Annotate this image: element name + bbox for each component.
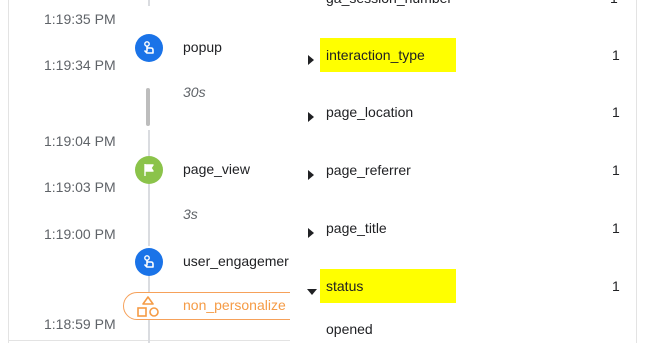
param-name[interactable]: interaction_type	[326, 47, 425, 63]
panel-border-right	[636, 0, 637, 343]
expand-caret-icon[interactable]	[308, 55, 314, 65]
param-count: 1	[612, 162, 620, 178]
param-count: 1	[612, 47, 620, 63]
param-row-interaction-type[interactable]: interaction_type 1	[290, 38, 636, 76]
expand-caret-icon[interactable]	[308, 228, 314, 238]
timestamp: 1:19:35 PM	[44, 11, 116, 27]
chip-label[interactable]: non_personalize	[183, 297, 286, 313]
param-row-page-location[interactable]: page_location 1	[290, 103, 636, 133]
param-name-cut[interactable]: ga_session_number	[326, 0, 452, 6]
timeline-line	[148, 130, 150, 156]
param-row-page-title[interactable]: page_title 1	[290, 219, 636, 249]
param-count: 1	[612, 278, 620, 294]
shapes-icon	[137, 296, 159, 317]
event-name-user-engagement[interactable]: user_engagemer	[183, 253, 289, 269]
timeline-line	[148, 320, 150, 343]
timestamp: 1:19:00 PM	[44, 226, 116, 242]
timestamp: 1:19:04 PM	[44, 133, 116, 149]
expand-caret-icon[interactable]	[308, 170, 314, 180]
flag-icon[interactable]	[135, 156, 163, 184]
event-name-popup[interactable]: popup	[183, 39, 222, 55]
timestamp: 1:19:03 PM	[44, 179, 116, 195]
timeline-gap-bar	[146, 88, 150, 126]
timeline-line	[148, 276, 150, 292]
param-name[interactable]: page_title	[326, 220, 387, 236]
duration-label: 30s	[183, 84, 206, 100]
param-name[interactable]: status	[326, 278, 363, 294]
duration-label: 3s	[183, 206, 198, 222]
param-count-cut: 1	[610, 0, 618, 6]
event-timeline: 1:19:35 PM 1:19:34 PM 1:19:04 PM 1:19:03…	[0, 0, 300, 343]
param-count: 1	[612, 220, 620, 236]
timestamp: 1:18:59 PM	[44, 316, 116, 332]
expand-caret-icon[interactable]	[308, 112, 314, 122]
touch-icon[interactable]	[135, 34, 163, 62]
timeline-line	[148, 0, 150, 6]
timeline-line	[148, 184, 150, 246]
collapse-caret-icon[interactable]	[307, 289, 317, 295]
param-row-status[interactable]: status 1	[290, 269, 636, 307]
param-row-page-referrer[interactable]: page_referrer 1	[290, 161, 636, 191]
param-name[interactable]: page_location	[326, 104, 413, 120]
event-parameters-panel: ga_session_number 1 interaction_type 1 p…	[290, 0, 636, 343]
param-value: opened	[326, 321, 373, 337]
param-name[interactable]: page_referrer	[326, 162, 411, 178]
touch-icon[interactable]	[135, 248, 163, 276]
param-count: 1	[612, 104, 620, 120]
timestamp: 1:19:34 PM	[44, 57, 116, 73]
event-name-page-view[interactable]: page_view	[183, 161, 250, 177]
